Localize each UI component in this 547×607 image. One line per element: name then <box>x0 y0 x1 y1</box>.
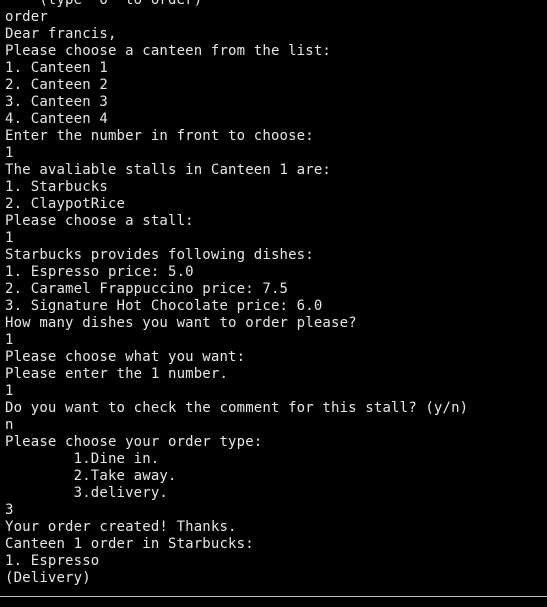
terminal-line: How many dishes you want to order please… <box>5 315 357 331</box>
terminal-line: 2. Canteen 2 <box>5 77 108 93</box>
terminal-line: Dear francis, <box>5 26 117 42</box>
terminal-line: 3.delivery. <box>5 485 168 501</box>
terminal-line: 3. Canteen 3 <box>5 94 108 110</box>
terminal-line: 2. ClaypotRice <box>5 196 126 212</box>
terminal-output: (type 'o' to order) order Dear francis, … <box>5 0 545 587</box>
terminal-line: Please choose a stall: <box>5 213 194 229</box>
terminal-line: 1. Espresso <box>5 553 100 569</box>
terminal-line: 1 <box>5 383 14 399</box>
terminal-line: Starbucks provides following dishes: <box>5 247 314 263</box>
terminal-window[interactable]: (type 'o' to order) order Dear francis, … <box>0 0 547 607</box>
terminal-line: 1 <box>5 145 14 161</box>
terminal-line: n <box>5 417 14 433</box>
terminal-line: Do you want to check the comment for thi… <box>5 400 469 416</box>
terminal-line: Your order created! Thanks. <box>5 519 237 535</box>
terminal-line: 4. Canteen 4 <box>5 111 108 127</box>
terminal-line: Canteen 1 order in Starbucks: <box>5 536 254 552</box>
terminal-line: 2.Take away. <box>5 468 177 484</box>
terminal-line: Please choose what you want: <box>5 349 246 365</box>
terminal-line: 1.Dine in. <box>5 451 160 467</box>
terminal-line: Enter the number in front to choose: <box>5 128 314 144</box>
terminal-line: 3 <box>5 502 14 518</box>
terminal-line: (type 'o' to order) <box>5 0 203 8</box>
terminal-line: 3. Signature Hot Chocolate price: 6.0 <box>5 298 323 314</box>
terminal-line: 1. Canteen 1 <box>5 60 108 76</box>
terminal-line: 2. Caramel Frappuccino price: 7.5 <box>5 281 289 297</box>
terminal-line: order <box>5 9 48 25</box>
terminal-line: The avaliable stalls in Canteen 1 are: <box>5 162 331 178</box>
terminal-line: (Delivery) <box>5 570 91 586</box>
terminal-line: 1 <box>5 332 14 348</box>
terminal-line: Please enter the 1 number. <box>5 366 229 382</box>
terminal-line: 1. Espresso price: 5.0 <box>5 264 194 280</box>
terminal-line: Please choose your order type: <box>5 434 263 450</box>
terminal-bottom-divider <box>0 596 547 597</box>
terminal-line: Please choose a canteen from the list: <box>5 43 331 59</box>
terminal-line: 1 <box>5 230 14 246</box>
terminal-line: 1. Starbucks <box>5 179 108 195</box>
